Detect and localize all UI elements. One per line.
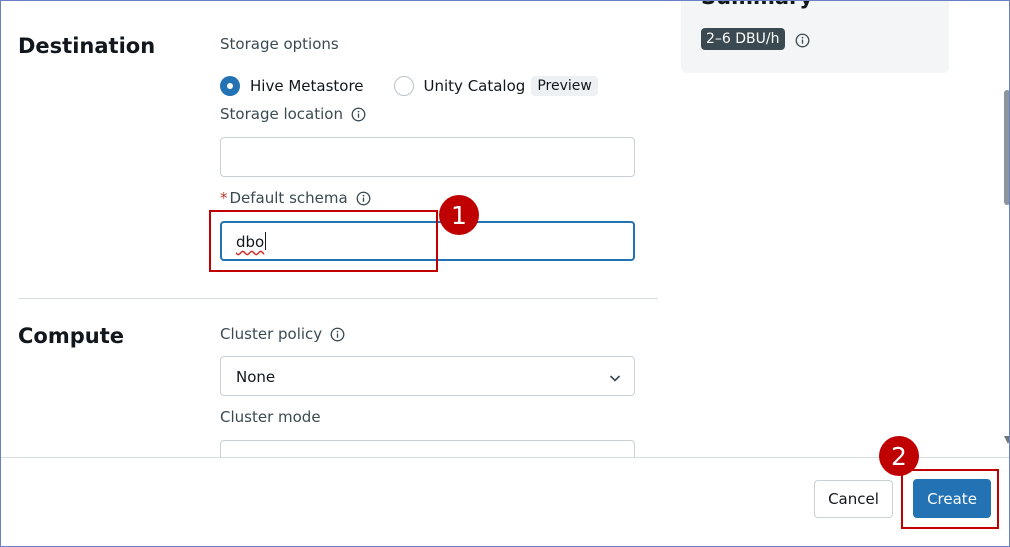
default-schema-value-wrap: dbo	[236, 232, 267, 251]
chevron-down-icon	[608, 370, 622, 384]
required-asterisk: *	[220, 189, 228, 207]
storage-location-label-text: Storage location	[220, 105, 343, 123]
summary-panel: Summary 2–6 DBU/h	[681, 0, 949, 73]
radio-label-unity: Unity Catalog	[423, 77, 526, 95]
info-icon[interactable]	[330, 327, 345, 342]
storage-location-label: Storage location	[220, 105, 366, 123]
default-schema-label: * Default schema	[220, 189, 371, 207]
storage-options-label-text: Storage options	[220, 35, 339, 53]
create-button[interactable]: Create	[913, 479, 991, 518]
summary-title: Summary	[701, 0, 813, 9]
cluster-policy-label-text: Cluster policy	[220, 325, 323, 343]
default-schema-value: dbo	[236, 233, 265, 251]
info-icon[interactable]	[795, 33, 810, 48]
radio-hive-metastore[interactable]: Hive Metastore	[220, 76, 364, 96]
default-schema-label-text: * Default schema	[220, 189, 348, 207]
cluster-policy-label: Cluster policy	[220, 325, 345, 343]
default-schema-label-caption: Default schema	[229, 189, 348, 207]
section-title-destination: Destination	[18, 34, 156, 58]
cancel-button[interactable]: Cancel	[814, 480, 893, 518]
scroll-down-arrow-icon[interactable]	[1004, 436, 1010, 444]
info-icon[interactable]	[356, 191, 371, 206]
cluster-mode-label: Cluster mode	[220, 408, 321, 426]
scrollbar-thumb[interactable]	[1004, 90, 1010, 205]
radio-checked-indicator[interactable]	[220, 76, 240, 96]
preview-tag: Preview	[531, 76, 598, 96]
storage-options-radio-group: Hive Metastore Unity Catalog Preview	[220, 76, 628, 96]
step-badge-1: 1	[439, 195, 479, 235]
storage-location-input[interactable]	[220, 137, 635, 177]
step-badge-2: 2	[879, 436, 919, 476]
radio-unity-catalog[interactable]: Unity Catalog Preview	[393, 76, 598, 96]
section-divider	[18, 298, 658, 299]
radio-label-hive: Hive Metastore	[250, 77, 364, 95]
section-title-compute: Compute	[18, 324, 124, 348]
info-icon[interactable]	[351, 107, 366, 122]
dbu-estimate-badge: 2–6 DBU/h	[701, 28, 785, 50]
storage-options-label: Storage options	[220, 35, 339, 53]
radio-unchecked-indicator[interactable]	[393, 76, 414, 96]
cluster-policy-value: None	[236, 368, 276, 386]
default-schema-input[interactable]: dbo	[220, 221, 635, 261]
text-caret	[265, 232, 267, 250]
cluster-mode-label-text: Cluster mode	[220, 408, 321, 426]
cluster-policy-select[interactable]: None	[220, 356, 635, 396]
